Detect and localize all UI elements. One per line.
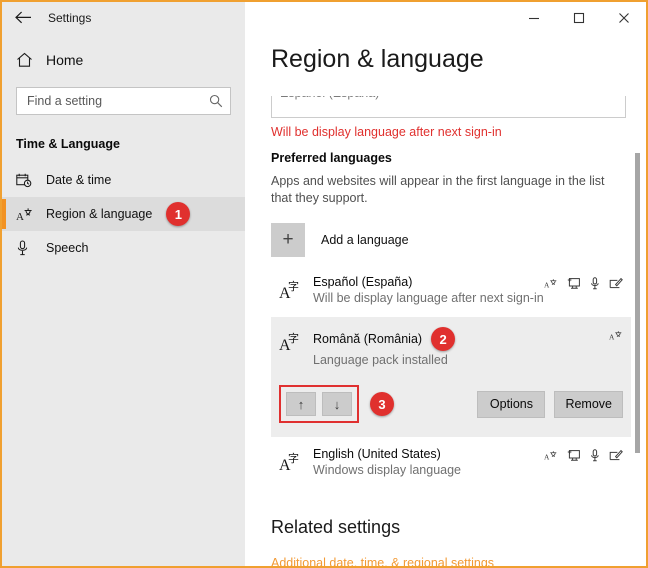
svg-text:A: A [544,281,550,290]
language-feature-icons: A [544,275,623,295]
add-language-button[interactable]: + Add a language [271,223,631,257]
sidebar-item-speech-label: Speech [46,241,89,255]
language-status: Will be display language after next sign… [313,291,544,305]
scrollbar-thumb[interactable] [635,153,640,453]
sidebar-group-title: Time & Language [16,137,120,151]
search-box[interactable] [16,87,231,115]
handwriting-icon [609,277,623,295]
microphone-icon [16,240,44,256]
svg-text:A: A [609,333,615,342]
display-language-value: Español (España) [280,96,379,100]
back-arrow-icon[interactable] [2,2,44,33]
sidebar-item-date-time[interactable]: Date & time [2,163,245,197]
maximize-icon[interactable] [556,3,601,33]
display-icon [567,277,581,295]
language-icon: A [544,449,558,467]
close-icon[interactable] [601,3,646,33]
language-info: Español (España) Will be display languag… [313,275,544,307]
remove-button[interactable]: Remove [554,390,623,418]
title-bar-left: Settings [2,2,245,33]
language-name: English (United States) [313,447,441,461]
display-icon [567,449,581,467]
language-list-item-spanish[interactable]: A 字 Español (España) Will be display lan… [271,265,631,317]
language-status: Windows display language [313,463,462,477]
sidebar-home-label: Home [46,52,84,68]
settings-window: Settings Home Find a setting Time & Lang… [0,0,648,568]
main-pane: Español (España) Region & language Will … [245,33,646,566]
annotation-badge-3: 3 [370,392,394,416]
language-name-text: Română (România) [313,332,423,346]
sidebar-item-speech[interactable]: Speech [2,231,245,265]
main-scrollbar[interactable] [632,33,643,566]
title-bar: Settings [2,2,646,33]
language-action-buttons: ↑ ↓ 3 Options Remove [271,379,631,437]
minimize-icon[interactable] [511,3,556,33]
annotation-badge-2: 2 [431,327,456,351]
preferred-languages-section: Preferred languages Apps and websites wi… [271,151,631,566]
add-language-label: Add a language [321,233,409,247]
title-bar-right [245,2,646,33]
language-list-item-romanian[interactable]: A 字 Română (România) 2 Language pack ins… [271,317,631,379]
language-list-item-english[interactable]: A 字 English (United States) Windows disp… [271,437,631,489]
sidebar-item-date-time-label: Date & time [46,173,112,187]
svg-text:字: 字 [288,451,299,465]
page-title: Region & language [271,45,494,74]
preferred-languages-description: Apps and websites will appear in the fir… [271,174,605,205]
language-info: English (United States) Windows display … [313,447,544,479]
language-icon: A [544,277,558,295]
annotation-badge-1: 1 [166,202,191,226]
calendar-clock-icon [16,173,44,188]
window-title: Settings [48,10,92,25]
options-button[interactable]: Options [477,390,546,418]
move-buttons-annotation-box: ↑ ↓ [279,385,359,423]
related-settings-heading: Related settings [271,517,401,537]
preferred-languages-heading: Preferred languages [271,151,392,165]
language-feature-icons: A [609,327,623,347]
language-name: Español (España) [313,275,413,289]
language-glyph-icon: A 字 [279,447,313,477]
display-language-dropdown[interactable]: Español (España) [271,96,626,118]
language-glyph-icon: A 字 [279,327,313,357]
svg-text:字: 字 [288,331,299,345]
svg-text:字: 字 [288,279,299,293]
language-feature-icons: A [544,447,623,467]
handwriting-icon [609,449,623,467]
related-link-additional-settings[interactable]: Additional date, time, & regional settin… [271,556,631,566]
home-icon [16,52,42,68]
display-language-warning: Will be display language after next sign… [271,125,502,139]
svg-text:A: A [16,211,24,222]
move-up-button[interactable]: ↑ [286,392,316,416]
sidebar-item-region-language-label: Region & language [46,207,153,221]
language-info: Română (România) 2 Language pack install… [313,327,609,369]
language-icon: A [16,207,44,222]
language-status: Language pack installed [313,353,448,367]
language-glyph-icon: A 字 [279,275,313,305]
sidebar-item-region-language[interactable]: A Region & language 1 [2,197,245,231]
search-icon [209,94,223,108]
sidebar-item-home[interactable]: Home [2,45,245,75]
move-down-button[interactable]: ↓ [322,392,352,416]
sidebar: Home Time & Language [2,33,245,566]
plus-icon: + [271,223,305,257]
search-input[interactable] [27,94,209,108]
microphone-icon [590,449,600,467]
language-icon: A [609,329,623,347]
language-name: Română (România) 2 [313,327,609,351]
microphone-icon [590,277,600,295]
svg-text:A: A [544,453,550,462]
